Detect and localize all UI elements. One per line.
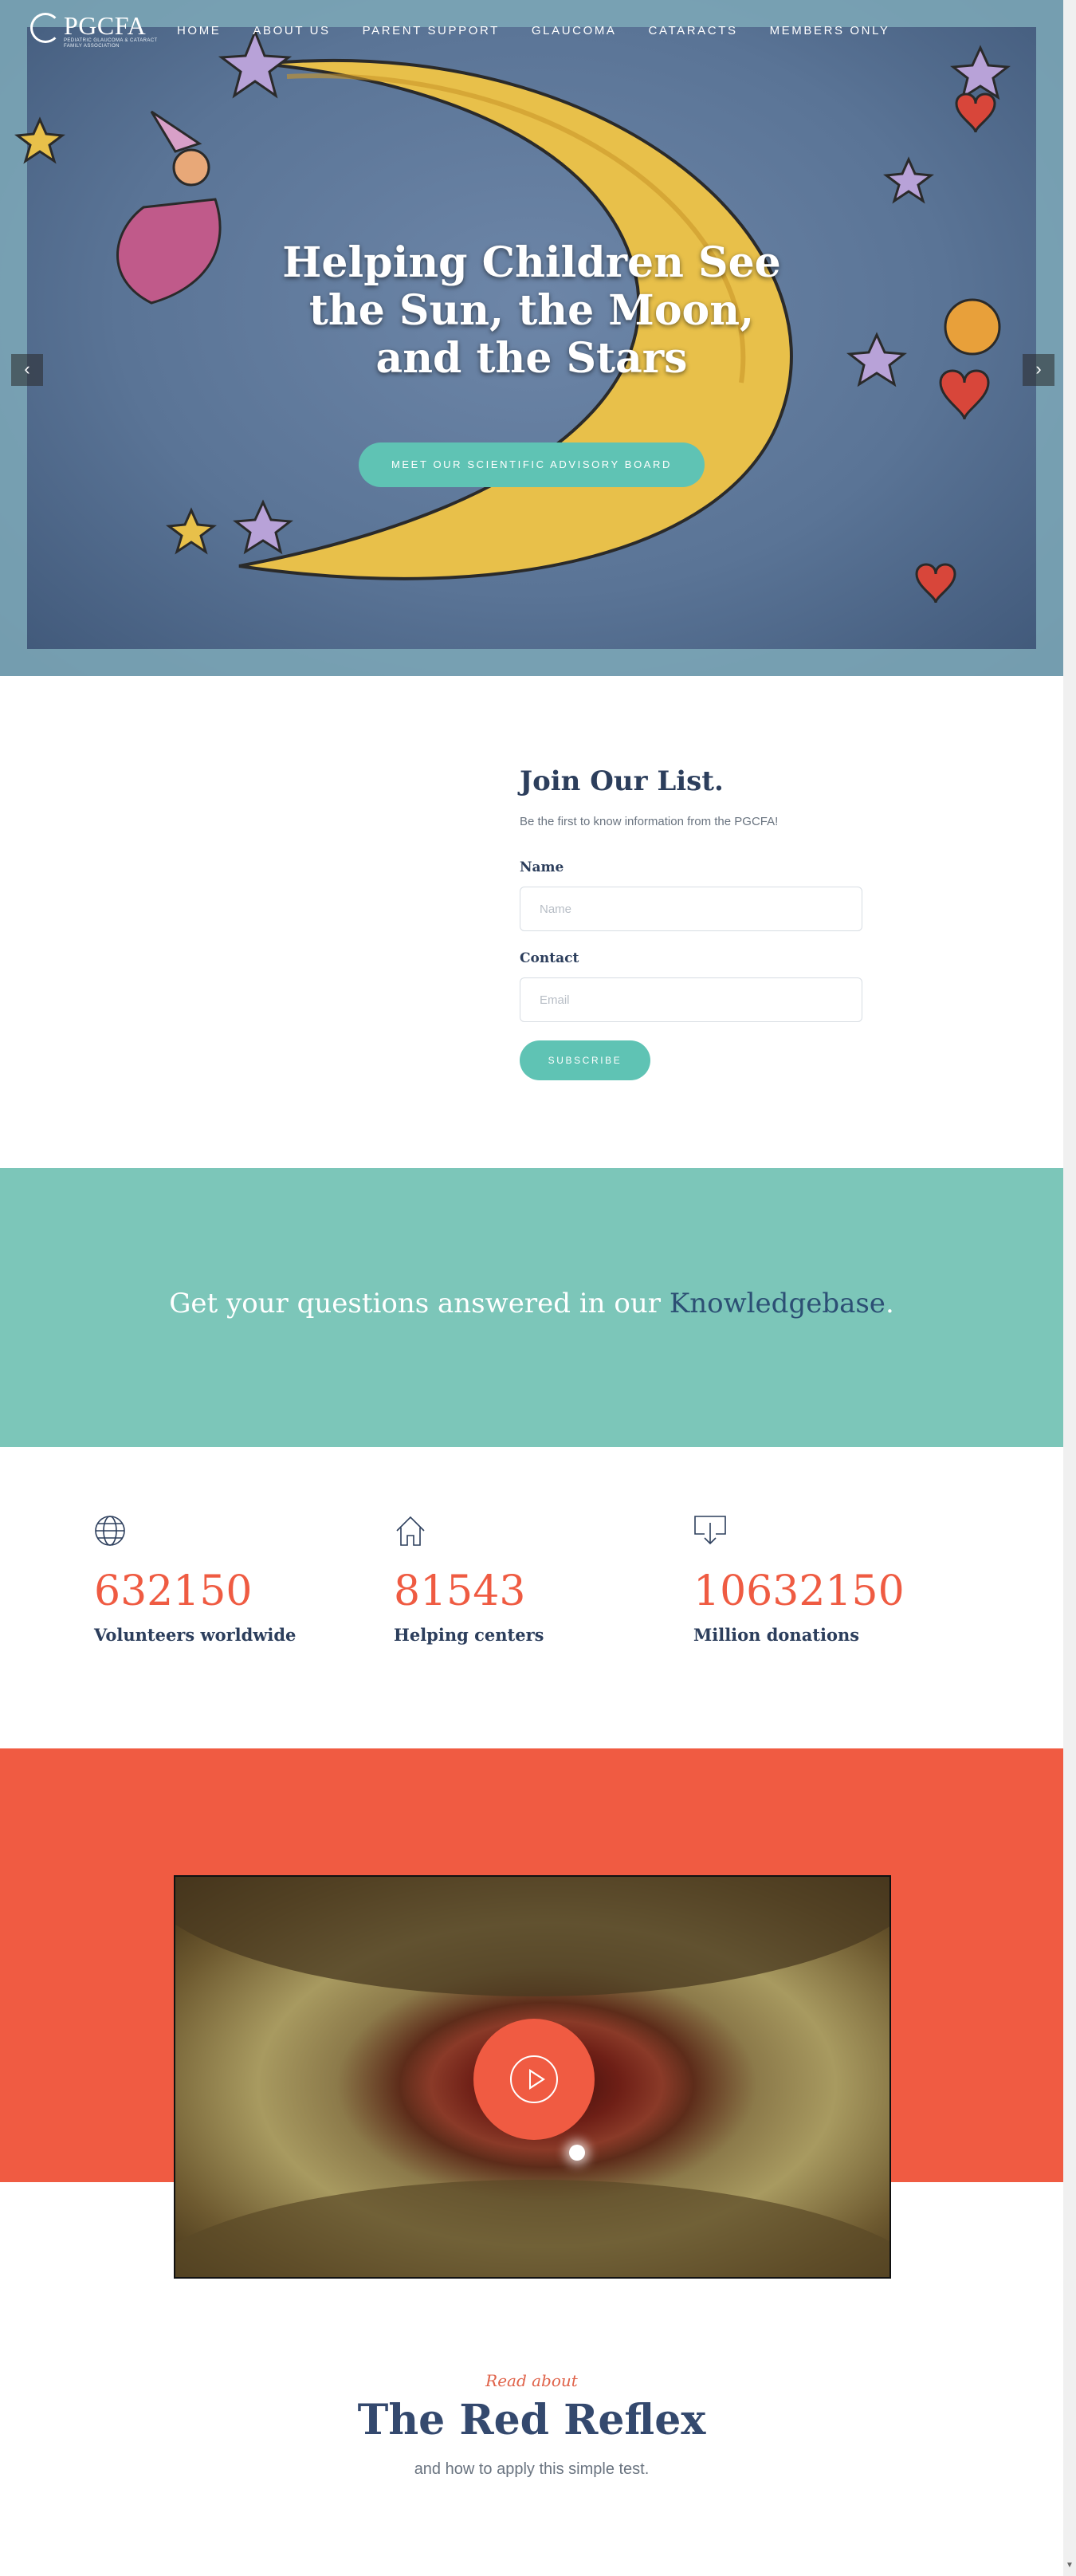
nav-members-only[interactable]: MEMBERS ONLY [770, 24, 890, 37]
site-logo[interactable]: PGCFA PEDIATRIC GLAUCOMA & CATARACT FAMI… [30, 11, 158, 49]
hero-slider: PGCFA PEDIATRIC GLAUCOMA & CATARACT FAMI… [0, 0, 1063, 676]
signup-subtitle: Be the first to know information from th… [520, 815, 779, 828]
stat-label: Million donations [693, 1625, 860, 1645]
video-thumbnail-glint [569, 2145, 585, 2161]
play-button[interactable] [473, 2019, 595, 2140]
subscribe-button[interactable]: SUBSCRIBE [520, 1040, 650, 1080]
nav-parent-support[interactable]: PARENT SUPPORT [363, 24, 500, 37]
red-reflex-title: The Red Reflex [357, 2396, 706, 2444]
hero-title: Helping Children See the Sun, the Moon, … [282, 238, 781, 383]
stat-label: Helping centers [394, 1625, 544, 1645]
name-label: Name [520, 859, 564, 875]
knowledgebase-lead: Get your questions answered in our [169, 1288, 670, 1319]
slider-next-arrow-icon[interactable]: › [1023, 354, 1054, 386]
nav-home[interactable]: HOME [177, 24, 221, 37]
signup-title: Join Our List. [520, 765, 724, 797]
video-thumbnail-lower [175, 2180, 889, 2277]
nav-cataracts[interactable]: CATARACTS [649, 24, 738, 37]
top-navigation: PGCFA PEDIATRIC GLAUCOMA & CATARACT FAMI… [0, 0, 1063, 62]
page-scrollbar[interactable] [1063, 0, 1076, 2576]
nav-glaucoma[interactable]: GLAUCOMA [532, 24, 617, 37]
stat-number: 81543 [394, 1567, 526, 1615]
read-about-kicker: Read about [485, 2371, 578, 2390]
knowledgebase-period: . [885, 1288, 894, 1319]
logo-text: PGCFA [64, 11, 147, 40]
email-input[interactable] [520, 977, 862, 1022]
name-input[interactable] [520, 887, 862, 931]
red-reflex-video[interactable] [174, 1875, 891, 2279]
logo-subtitle: PEDIATRIC GLAUCOMA & CATARACT FAMILY ASS… [64, 38, 158, 49]
stat-number: 632150 [94, 1567, 253, 1615]
slider-prev-arrow-icon[interactable]: ‹ [11, 354, 43, 386]
scroll-down-arrow-icon[interactable]: ▼ [1066, 2561, 1074, 2570]
download-icon [694, 1516, 726, 1545]
main-menu: HOME ABOUT US PARENT SUPPORT GLAUCOMA CA… [177, 24, 922, 37]
red-reflex-subtitle: and how to apply this simple test. [414, 2460, 650, 2478]
home-icon [396, 1516, 425, 1546]
globe-icon [95, 1516, 125, 1546]
knowledgebase-text: Get your questions answered in our Knowl… [0, 1288, 1063, 1319]
advisory-board-button[interactable]: MEET OUR SCIENTIFIC ADVISORY BOARD [359, 442, 705, 487]
newsletter-signup: Join Our List. Be the first to know info… [520, 765, 862, 1080]
nav-about-us[interactable]: ABOUT US [253, 24, 330, 37]
play-triangle-inner [531, 2072, 542, 2086]
stat-label: Volunteers worldwide [94, 1625, 296, 1645]
knowledgebase-link[interactable]: Knowledgebase [670, 1288, 886, 1319]
contact-label: Contact [520, 950, 579, 966]
logo-mark-icon [30, 13, 61, 43]
video-thumbnail-upper [175, 1877, 889, 1996]
knowledgebase-banner: Get your questions answered in our Knowl… [0, 1168, 1063, 1447]
stat-number: 10632150 [693, 1567, 905, 1615]
